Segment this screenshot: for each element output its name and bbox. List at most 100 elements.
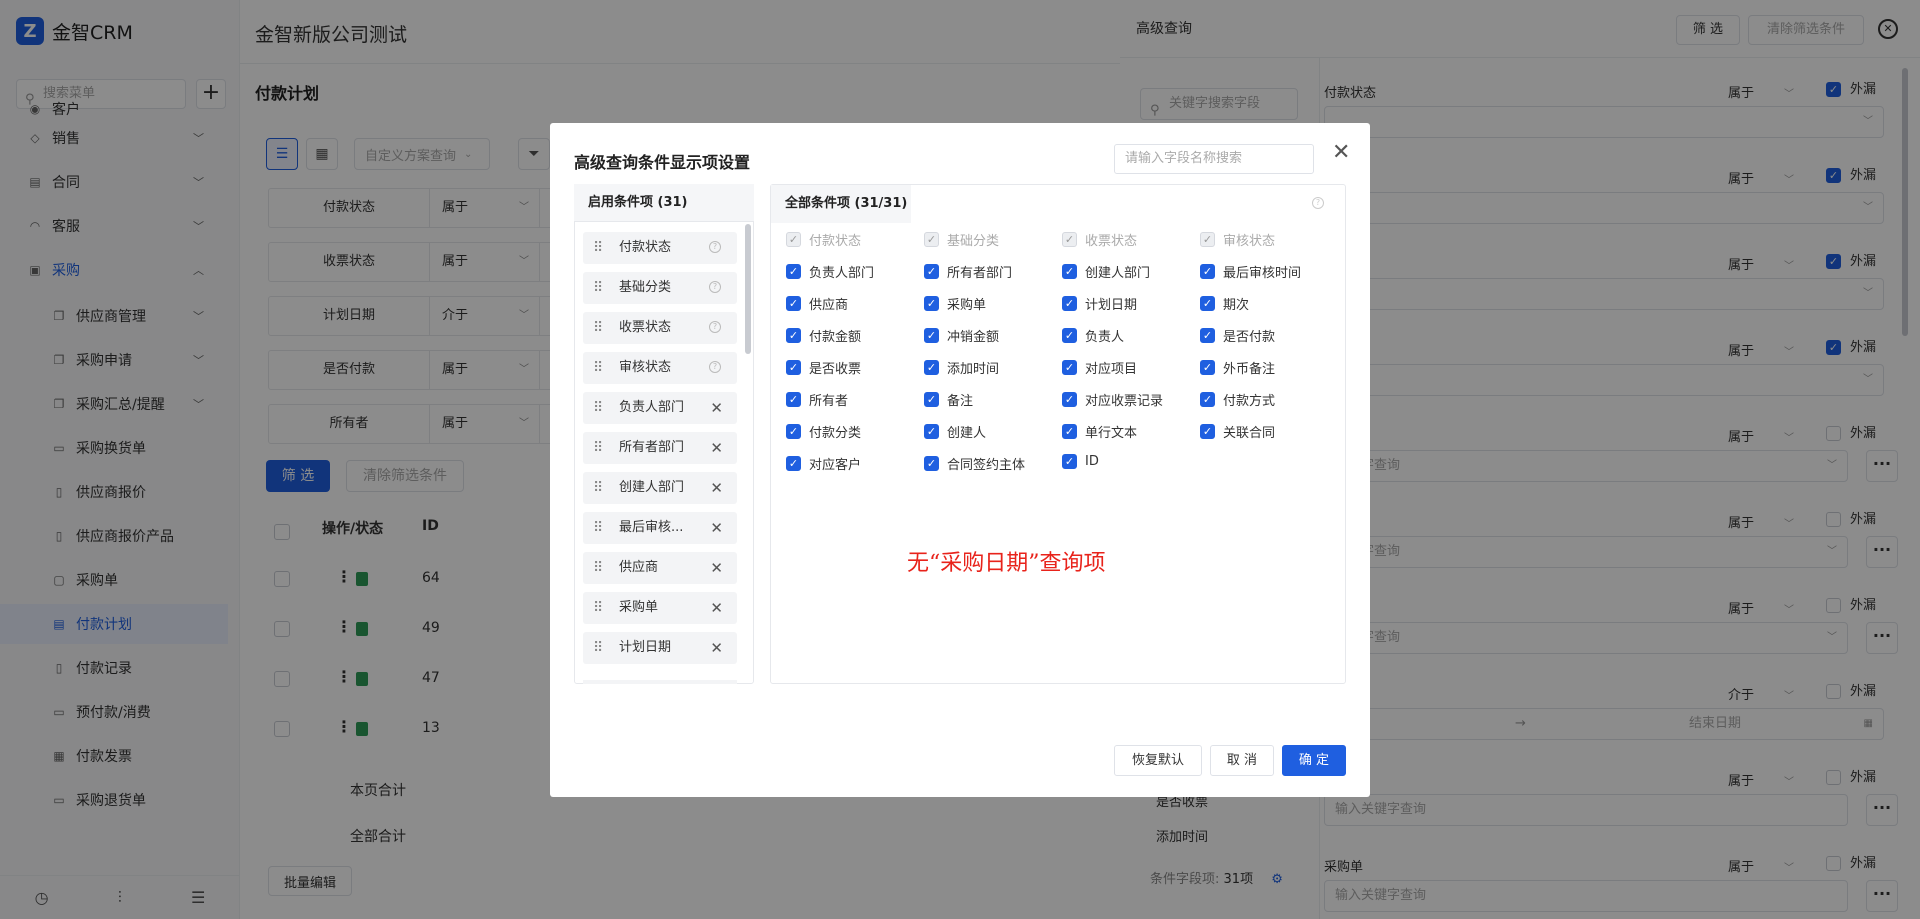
condition-option[interactable]: ✓ 所有者 <box>786 390 848 409</box>
condition-option[interactable]: ✓ 是否收票 <box>786 358 861 377</box>
confirm-button[interactable]: 确 定 <box>1282 745 1346 776</box>
remove-icon[interactable]: ✕ <box>710 392 723 424</box>
condition-option[interactable]: ✓ 计划日期 <box>1062 294 1137 313</box>
remove-icon[interactable]: ✕ <box>710 592 723 624</box>
enabled-item[interactable]: ⠿ 供应商 ✕ <box>583 552 737 584</box>
drag-handle-icon[interactable]: ⠿ <box>593 240 603 256</box>
option-checkbox[interactable]: ✓ <box>924 456 939 471</box>
cancel-button[interactable]: 取 消 <box>1210 745 1274 776</box>
option-checkbox[interactable]: ✓ <box>786 296 801 311</box>
option-checkbox[interactable]: ✓ <box>786 424 801 439</box>
option-label: 关联合同 <box>1223 426 1276 441</box>
drag-handle-icon[interactable]: ⠿ <box>593 640 603 656</box>
option-label: 付款分类 <box>809 426 862 441</box>
condition-option[interactable]: ✓ 对应收票记录 <box>1062 390 1163 409</box>
option-checkbox[interactable]: ✓ <box>786 456 801 471</box>
option-checkbox[interactable]: ✓ <box>924 296 939 311</box>
condition-option[interactable]: ✓ 创建人部门 <box>1062 262 1150 281</box>
option-checkbox[interactable]: ✓ <box>1062 392 1077 407</box>
option-checkbox[interactable]: ✓ <box>1062 454 1077 469</box>
condition-option[interactable]: ✓ 所有者部门 <box>924 262 1012 281</box>
enabled-item[interactable]: ⠿ 计划日期 ✕ <box>583 632 737 664</box>
condition-option[interactable]: ✓ 添加时间 <box>924 358 999 377</box>
condition-option[interactable]: ✓ 是否付款 <box>1200 326 1275 345</box>
condition-option[interactable]: ✓ 付款方式 <box>1200 390 1275 409</box>
enabled-item[interactable]: ⠿ 负责人部门 ✕ <box>583 392 737 424</box>
remove-icon[interactable]: ✕ <box>710 472 723 504</box>
option-label: 添加时间 <box>947 362 1000 377</box>
enabled-item[interactable]: ⠿ 最后审核... ✕ <box>583 512 737 544</box>
option-checkbox[interactable]: ✓ <box>1200 424 1215 439</box>
condition-option[interactable]: ✓ 对应项目 <box>1062 358 1137 377</box>
option-checkbox[interactable]: ✓ <box>924 360 939 375</box>
remove-icon[interactable]: ✕ <box>710 432 723 464</box>
condition-option[interactable]: ✓ 合同签约主体 <box>924 454 1025 473</box>
option-label: 收票状态 <box>1085 234 1138 249</box>
condition-option[interactable]: ✓ 备注 <box>924 390 973 409</box>
option-checkbox[interactable]: ✓ <box>924 392 939 407</box>
drag-handle-icon[interactable]: ⠿ <box>593 280 603 296</box>
option-checkbox[interactable]: ✓ <box>1200 360 1215 375</box>
remove-icon[interactable]: ✕ <box>710 552 723 584</box>
option-checkbox[interactable]: ✓ <box>924 328 939 343</box>
option-checkbox[interactable]: ✓ <box>786 392 801 407</box>
condition-option[interactable]: ✓ 负责人 <box>1062 326 1124 345</box>
option-checkbox[interactable]: ✓ <box>1200 392 1215 407</box>
remove-icon[interactable]: ✕ <box>710 512 723 544</box>
enabled-item[interactable]: ⠿ 收票状态? <box>583 312 737 344</box>
option-checkbox[interactable]: ✓ <box>786 264 801 279</box>
condition-option[interactable]: ✓ 创建人 <box>924 422 986 441</box>
enabled-item[interactable]: ⠿ 基础分类? <box>583 272 737 304</box>
drag-handle-icon[interactable]: ⠿ <box>593 400 603 416</box>
condition-option[interactable]: ✓ 期次 <box>1200 294 1249 313</box>
condition-option[interactable]: ✓ 采购单 <box>924 294 986 313</box>
drag-handle-icon[interactable]: ⠿ <box>593 600 603 616</box>
option-checkbox: ✓ <box>924 232 939 247</box>
enabled-item-label: 基础分类 <box>619 280 672 295</box>
close-icon[interactable]: ✕ <box>1332 140 1350 165</box>
drag-handle-icon[interactable]: ⠿ <box>593 480 603 496</box>
condition-option[interactable]: ✓ 单行文本 <box>1062 422 1137 441</box>
field-name-search-input[interactable]: 请输入字段名称搜索 <box>1114 144 1314 174</box>
condition-option[interactable]: ✓ 冲销金额 <box>924 326 999 345</box>
option-checkbox[interactable]: ✓ <box>1062 296 1077 311</box>
condition-option[interactable]: ✓ 关联合同 <box>1200 422 1275 441</box>
option-checkbox[interactable]: ✓ <box>924 264 939 279</box>
option-checkbox[interactable]: ✓ <box>786 360 801 375</box>
option-label: 备注 <box>947 394 974 409</box>
option-label: 所有者部门 <box>947 266 1013 281</box>
condition-option[interactable]: ✓ 最后审核时间 <box>1200 262 1301 281</box>
option-checkbox[interactable]: ✓ <box>1200 296 1215 311</box>
condition-option: ✓ 付款状态 <box>786 230 861 249</box>
reset-default-button[interactable]: 恢复默认 <box>1114 745 1202 776</box>
remove-icon[interactable]: ✕ <box>710 632 723 664</box>
option-checkbox[interactable]: ✓ <box>1062 424 1077 439</box>
condition-option[interactable]: ✓ ID <box>1062 454 1099 469</box>
drag-handle-icon[interactable]: ⠿ <box>593 520 603 536</box>
option-checkbox[interactable]: ✓ <box>1062 360 1077 375</box>
drag-handle-icon[interactable]: ⠿ <box>593 440 603 456</box>
option-checkbox[interactable]: ✓ <box>786 328 801 343</box>
condition-option[interactable]: ✓ 付款金额 <box>786 326 861 345</box>
enabled-item[interactable]: ⠿ 创建人部门 ✕ <box>583 472 737 504</box>
help-icon[interactable]: ? <box>1312 197 1324 209</box>
condition-option[interactable]: ✓ 负责人部门 <box>786 262 874 281</box>
drag-handle-icon[interactable]: ⠿ <box>593 320 603 336</box>
enabled-list-scrollbar[interactable] <box>745 224 751 354</box>
option-label: 创建人部门 <box>1085 266 1151 281</box>
condition-option[interactable]: ✓ 外币备注 <box>1200 358 1275 377</box>
option-checkbox[interactable]: ✓ <box>1200 264 1215 279</box>
condition-option[interactable]: ✓ 供应商 <box>786 294 848 313</box>
enabled-item[interactable]: ⠿ 付款状态? <box>583 232 737 264</box>
option-checkbox[interactable]: ✓ <box>1200 328 1215 343</box>
enabled-item[interactable]: ⠿ 审核状态? <box>583 352 737 384</box>
option-checkbox[interactable]: ✓ <box>1062 264 1077 279</box>
drag-handle-icon[interactable]: ⠿ <box>593 560 603 576</box>
option-checkbox[interactable]: ✓ <box>924 424 939 439</box>
condition-option[interactable]: ✓ 付款分类 <box>786 422 861 441</box>
drag-handle-icon[interactable]: ⠿ <box>593 360 603 376</box>
enabled-item[interactable]: ⠿ 采购单 ✕ <box>583 592 737 624</box>
option-checkbox[interactable]: ✓ <box>1062 328 1077 343</box>
enabled-item[interactable]: ⠿ 所有者部门 ✕ <box>583 432 737 464</box>
condition-option[interactable]: ✓ 对应客户 <box>786 454 861 473</box>
